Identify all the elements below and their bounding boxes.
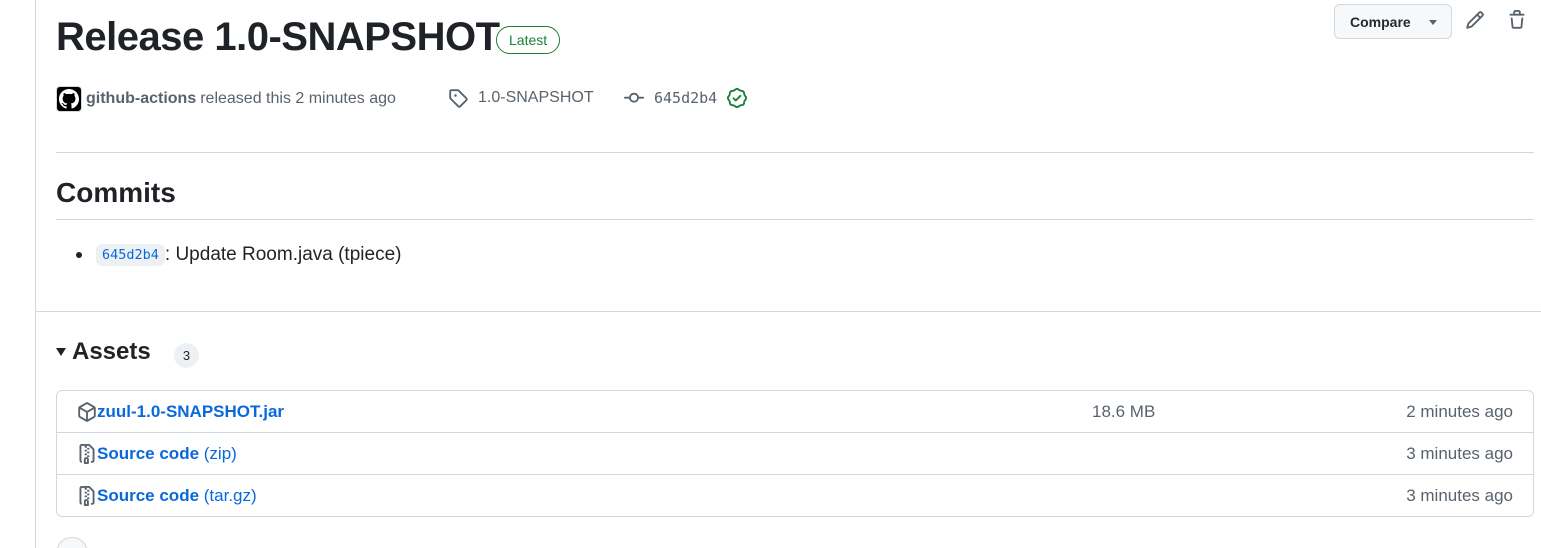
github-logo-icon [59,89,79,109]
tag-label: 1.0-SNAPSHOT [478,89,594,106]
release-commit-link[interactable]: 645d2b4 [623,88,748,108]
commits-heading: Commits [56,177,176,208]
triangle-down-icon [56,348,66,356]
asset-time: 3 minutes ago [1406,486,1513,505]
asset-suffix: (zip) [199,444,237,463]
commit-message: : Update Room.java (tpiece) [164,244,402,265]
commit-sha-link[interactable]: 645d2b4 [96,244,165,266]
delete-release-button[interactable] [1505,8,1529,32]
asset-row: zuul-1.0-SNAPSHOT.jar 18.6 MB 2 minutes … [57,391,1533,433]
trash-icon [1509,10,1525,29]
file-zip-icon [79,444,95,464]
asset-time: 3 minutes ago [1406,444,1513,463]
commit-sha-label: 645d2b4 [654,89,718,107]
triangle-down-icon [1429,20,1437,25]
reaction-button[interactable] [56,537,88,548]
asset-row: Source code (zip) 3 minutes ago [57,433,1533,475]
asset-download-link[interactable]: Source code (tar.gz) [97,486,257,506]
list-item: 645d2b4 : Update Room.java (tpiece) [76,244,401,266]
edit-release-button[interactable] [1463,8,1487,32]
assets-list: zuul-1.0-SNAPSHOT.jar 18.6 MB 2 minutes … [56,390,1534,517]
heading-divider [56,219,1534,220]
compare-button[interactable]: Compare [1334,4,1452,39]
pencil-icon [1466,11,1484,29]
release-tag-link[interactable]: 1.0-SNAPSHOT [448,88,594,108]
release-meta: github-actions released this 2 minutes a… [56,86,396,112]
release-page: Release 1.0-SNAPSHOT Latest Compare gith… [0,0,1541,548]
asset-row: Source code (tar.gz) 3 minutes ago [57,475,1533,516]
asset-size: 18.6 MB [1092,402,1156,421]
divider [56,152,1534,153]
asset-name: Source code [97,444,200,463]
assets-toggle[interactable]: Assets [56,338,151,366]
latest-badge: Latest [496,26,561,54]
verified-check-icon[interactable] [727,88,748,108]
tag-icon [449,89,468,108]
compare-label: Compare [1350,13,1411,30]
package-icon [78,402,96,422]
file-zip-icon [79,486,95,506]
release-title[interactable]: Release 1.0-SNAPSHOT [56,12,500,62]
asset-name: zuul-1.0-SNAPSHOT.jar [97,402,285,421]
asset-download-link[interactable]: zuul-1.0-SNAPSHOT.jar [97,402,284,422]
asset-suffix: (tar.gz) [199,486,257,505]
asset-time: 2 minutes ago [1406,402,1513,421]
git-commit-icon [624,92,644,103]
assets-heading: Assets [72,338,151,365]
asset-download-link[interactable]: Source code (zip) [97,444,237,464]
content-left-border [35,0,36,548]
avatar[interactable] [56,86,82,112]
released-text: released this 2 minutes ago [200,90,396,107]
assets-count-badge: 3 [174,343,199,368]
section-divider [36,311,1541,312]
asset-name: Source code [97,486,200,505]
release-author-link[interactable]: github-actions [86,90,196,108]
bullet [76,252,82,258]
